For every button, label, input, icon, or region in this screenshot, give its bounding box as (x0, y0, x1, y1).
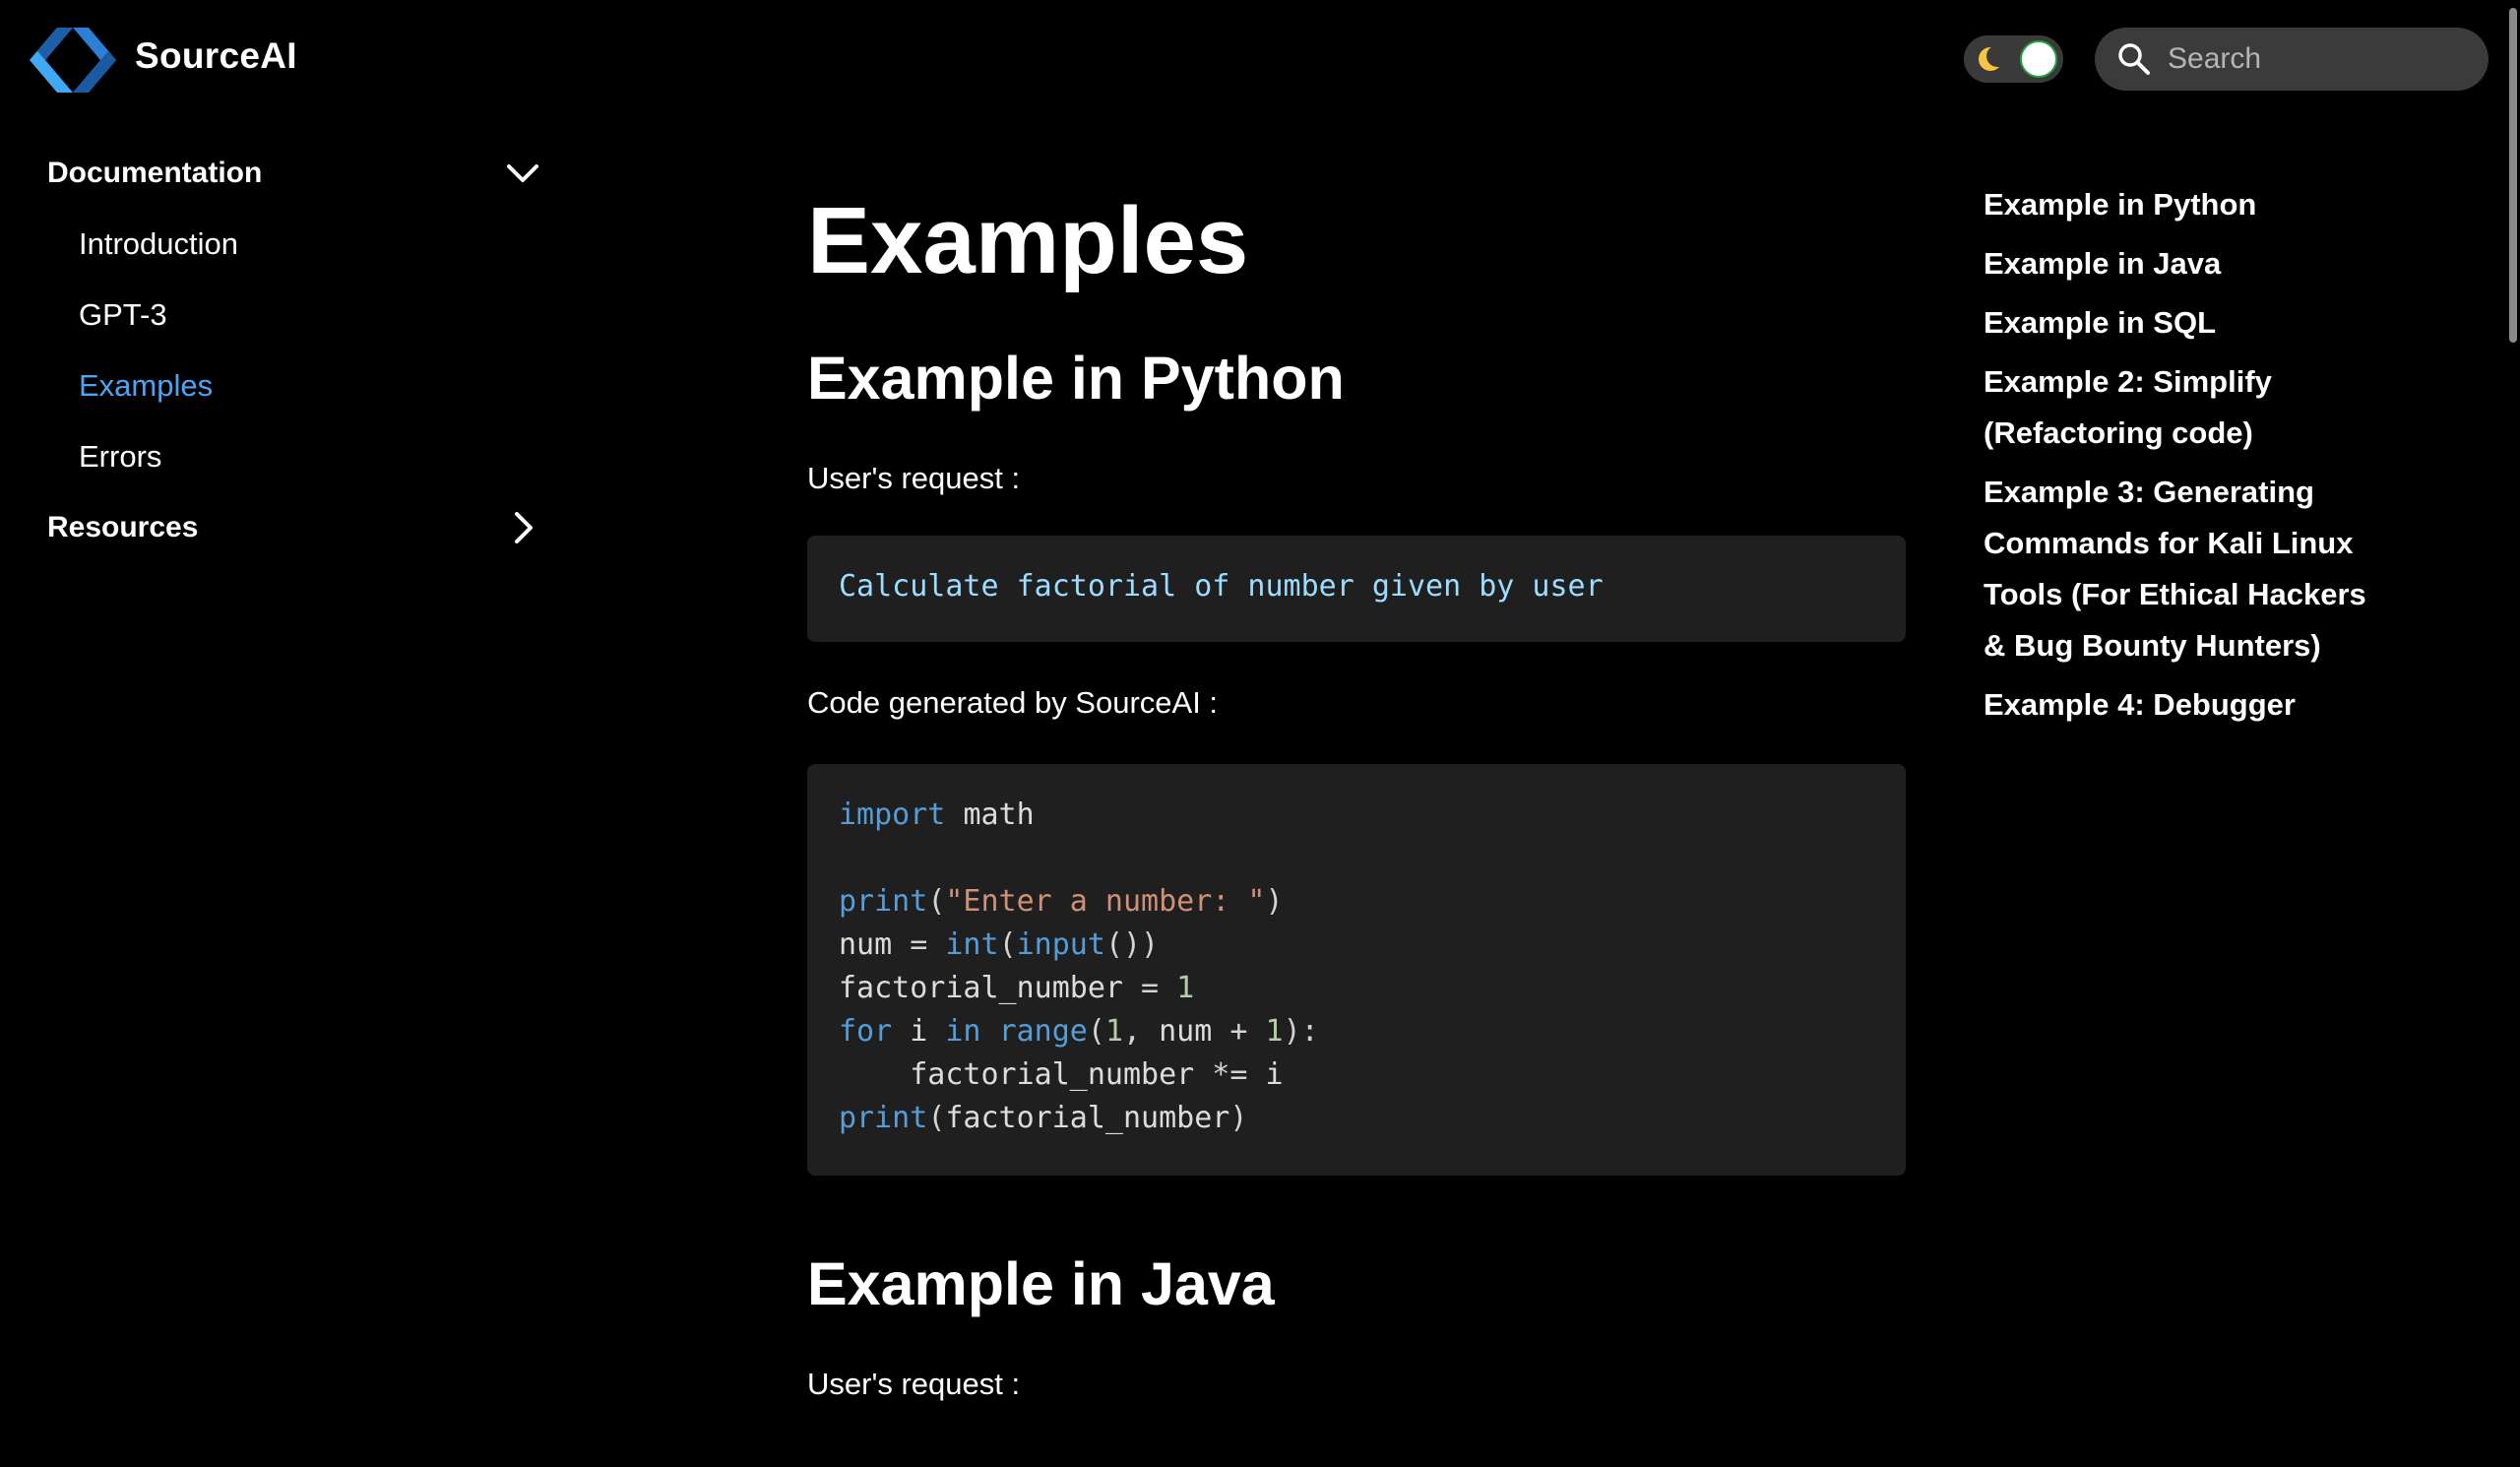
request-code-block: Calculate factorial of number given by u… (807, 536, 1906, 642)
generated-code-label: Code generated by SourceAI : (807, 685, 1219, 720)
section-heading-python: Example in Python (807, 345, 1345, 412)
page-title: Examples (807, 188, 1249, 293)
brand-name[interactable]: SourceAI (135, 35, 297, 77)
sidebar-item-gpt-3[interactable]: GPT-3 (0, 280, 571, 351)
code-line: print(factorial_number) (839, 1101, 1248, 1135)
main-content: Examples Example in Python User's reques… (807, 177, 1906, 1404)
python-code-block: import math print("Enter a number: ") nu… (807, 764, 1906, 1176)
search-box[interactable] (2095, 28, 2488, 91)
toc-link-python[interactable]: Example in Python (1984, 179, 2377, 230)
code-line: print("Enter a number: ") (839, 884, 1284, 919)
toc-link-java[interactable]: Example in Java (1984, 238, 2377, 289)
search-icon (2118, 43, 2150, 75)
chevron-down-icon[interactable] (502, 156, 543, 191)
sourceai-logo-icon[interactable] (30, 28, 116, 93)
toc-link-simplify[interactable]: Example 2: Simplify (Refactoring code) (1984, 356, 2377, 459)
code-line: factorial_number *= i (910, 1057, 1284, 1092)
sidebar-group-resources[interactable]: Resources (0, 492, 571, 563)
user-request-label: User's request : (807, 461, 1021, 495)
toc-link-debugger[interactable]: Example 4: Debugger (1984, 679, 2377, 731)
sidebar-group-label: Resources (47, 511, 199, 543)
scrollbar-thumb[interactable] (2509, 8, 2517, 343)
toc-link-kali-commands[interactable]: Example 3: Generating Commands for Kali … (1984, 467, 2377, 671)
top-header: SourceAI (0, 0, 2520, 118)
sidebar-nav: Documentation Introduction GPT-3 Example… (0, 138, 571, 563)
sidebar-group-documentation[interactable]: Documentation (0, 138, 571, 209)
moon-icon (1979, 45, 2005, 71)
theme-toggle[interactable] (1964, 35, 2063, 83)
code-line: import math (839, 797, 1035, 832)
code-line: for i in range(1, num + 1): (839, 1014, 1319, 1049)
page-scrollbar[interactable] (2506, 0, 2520, 1467)
code-line: factorial_number = 1 (839, 971, 1195, 1005)
sidebar-item-introduction[interactable]: Introduction (0, 209, 571, 280)
chevron-right-icon[interactable] (502, 510, 543, 545)
search-input[interactable] (2166, 41, 2461, 77)
sidebar-group-label: Documentation (47, 157, 263, 189)
toc-link-sql[interactable]: Example in SQL (1984, 297, 2377, 349)
sidebar-item-examples[interactable]: Examples (0, 351, 571, 421)
section-heading-java: Example in Java (807, 1250, 1275, 1317)
code-line: num = int(input()) (839, 927, 1160, 962)
user-request-label: User's request : (807, 1367, 1021, 1401)
sidebar-item-errors[interactable]: Errors (0, 421, 571, 492)
table-of-contents: Example in Python Example in Java Exampl… (1984, 179, 2377, 738)
toggle-knob (2020, 40, 2057, 78)
